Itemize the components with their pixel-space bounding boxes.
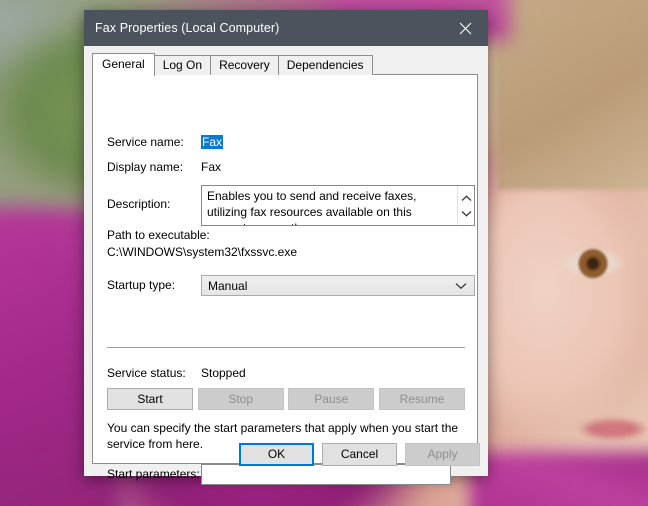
- dialog-body: General Log On Recovery Dependencies Ser…: [84, 46, 488, 485]
- chevron-down-icon: [455, 279, 467, 293]
- description-row: Description: Enables you to send and rec…: [107, 185, 475, 226]
- window-title: Fax Properties (Local Computer): [95, 21, 280, 35]
- tab-strip: General Log On Recovery Dependencies: [92, 53, 480, 76]
- background-eye: [560, 248, 626, 278]
- pause-button: Pause: [288, 388, 375, 410]
- service-status-label: Service status:: [107, 366, 186, 380]
- service-status-value: Stopped: [201, 366, 246, 380]
- tab-log-on[interactable]: Log On: [153, 55, 212, 75]
- display-name-row: Display name: Fax: [107, 160, 221, 174]
- tab-recovery[interactable]: Recovery: [210, 55, 279, 75]
- close-button[interactable]: [443, 10, 488, 46]
- start-parameters-label: Start parameters:: [107, 467, 200, 481]
- section-divider: [107, 347, 465, 348]
- dialog-footer: OK Cancel Apply: [239, 443, 480, 466]
- chevron-up-icon[interactable]: [460, 191, 472, 205]
- path-value: C:\WINDOWS\system32\fxssvc.exe: [107, 245, 298, 259]
- startup-type-select[interactable]: Manual: [201, 275, 475, 296]
- startup-type-label: Startup type:: [107, 278, 176, 292]
- start-parameters-row: Start parameters:: [107, 464, 451, 485]
- service-name-value[interactable]: Fax: [201, 135, 224, 149]
- startup-type-value: Manual: [208, 278, 248, 293]
- stop-button: Stop: [197, 388, 284, 410]
- start-parameters-input[interactable]: [201, 464, 451, 485]
- start-button[interactable]: Start: [107, 388, 193, 410]
- service-name-label: Service name:: [107, 135, 184, 149]
- cancel-button[interactable]: Cancel: [322, 443, 397, 466]
- tab-dependencies[interactable]: Dependencies: [277, 55, 373, 75]
- path-to-executable-row: Path to executable: C:\WINDOWS\system32\…: [107, 227, 297, 261]
- display-name-label: Display name:: [107, 160, 184, 174]
- service-status-row: Service status: Stopped: [107, 366, 246, 380]
- fax-properties-dialog: Fax Properties (Local Computer) General …: [84, 10, 488, 485]
- ok-button[interactable]: OK: [239, 443, 314, 466]
- background-lips: [578, 418, 648, 440]
- background-jacket-bottom: [470, 452, 648, 506]
- description-label: Description:: [107, 197, 171, 211]
- apply-button: Apply: [405, 443, 480, 466]
- service-name-row: Service name: Fax: [107, 135, 224, 149]
- background-hair: [498, 0, 648, 190]
- close-icon: [459, 22, 472, 35]
- resume-button: Resume: [378, 388, 465, 410]
- description-value: Enables you to send and receive faxes, u…: [207, 189, 417, 225]
- service-control-buttons: Start Stop Pause Resume: [107, 388, 465, 410]
- display-name-value[interactable]: Fax: [201, 160, 221, 174]
- startup-type-row: Startup type: Manual: [107, 275, 475, 296]
- description-textarea[interactable]: Enables you to send and receive faxes, u…: [201, 185, 475, 226]
- tab-general[interactable]: General: [92, 53, 155, 76]
- description-scrollbar[interactable]: [457, 186, 474, 225]
- chevron-down-icon[interactable]: [460, 206, 472, 220]
- path-label: Path to executable:: [107, 228, 210, 242]
- tab-panel-general: Service name: Fax Display name: Fax Desc…: [92, 74, 478, 485]
- title-bar[interactable]: Fax Properties (Local Computer): [84, 10, 488, 46]
